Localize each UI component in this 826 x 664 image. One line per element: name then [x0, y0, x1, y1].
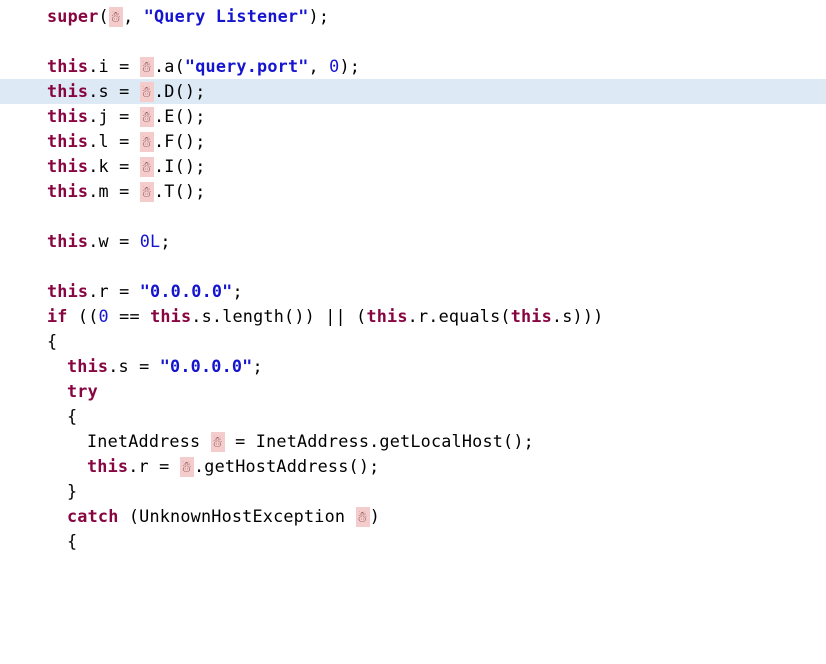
code-line[interactable]: try [0, 379, 826, 404]
code-text: .j = [88, 106, 140, 126]
code-text: .s))) [552, 306, 604, 326]
code-text: .i = [88, 56, 140, 76]
code-text: .getHostAddress(); [194, 456, 379, 476]
keyword: this [47, 81, 88, 101]
obfuscated-identifier: ☃ [140, 107, 154, 127]
keyword: this [47, 56, 88, 76]
obfuscated-identifier: ☃ [211, 432, 225, 452]
code-text: , [309, 56, 330, 76]
string-literal: "0.0.0.0" [140, 281, 233, 301]
code-text: .r.equals( [408, 306, 511, 326]
code-text: { [67, 531, 77, 551]
keyword: this [47, 131, 88, 151]
code-text: .T(); [154, 181, 206, 201]
keyword: this [87, 456, 128, 476]
keyword: this [511, 306, 552, 326]
code-text: (UnknownHostException [119, 506, 356, 526]
code-line[interactable]: this.m = ☃.T(); [0, 179, 826, 204]
code-line[interactable]: this.j = ☃.E(); [0, 104, 826, 129]
obfuscated-identifier: ☃ [109, 7, 123, 27]
code-line[interactable]: { [0, 529, 826, 554]
code-text [47, 256, 57, 276]
keyword: this [47, 181, 88, 201]
obfuscated-identifier: ☃ [140, 82, 154, 102]
code-text [47, 206, 57, 226]
code-text: .r = [128, 456, 180, 476]
code-text: .l = [88, 131, 140, 151]
code-text: .D(); [154, 81, 206, 101]
code-line[interactable]: InetAddress ☃ = InetAddress.getLocalHost… [0, 429, 826, 454]
code-text: .s = [108, 356, 160, 376]
keyword: this [150, 306, 191, 326]
code-text [47, 31, 57, 51]
code-line[interactable]: super(☃, "Query Listener"); [0, 4, 826, 29]
code-line[interactable]: { [0, 404, 826, 429]
code-text: ; [160, 231, 170, 251]
code-text: .I(); [154, 156, 206, 176]
code-line[interactable]: this.r = ☃.getHostAddress(); [0, 454, 826, 479]
string-literal: "Query Listener" [144, 6, 309, 26]
string-literal: "0.0.0.0" [160, 356, 253, 376]
keyword: if [47, 306, 68, 326]
obfuscated-identifier: ☃ [140, 132, 154, 152]
keyword: super [47, 6, 99, 26]
code-text: ; [252, 356, 262, 376]
code-line[interactable]: { [0, 329, 826, 354]
number-literal: 0 [329, 56, 339, 76]
code-text: = InetAddress.getLocalHost(); [225, 431, 534, 451]
obfuscated-identifier: ☃ [356, 507, 370, 527]
code-line[interactable]: this.s = "0.0.0.0"; [0, 354, 826, 379]
keyword: this [366, 306, 407, 326]
code-line[interactable]: catch (UnknownHostException ☃) [0, 504, 826, 529]
code-text: ; [232, 281, 242, 301]
code-text: .k = [88, 156, 140, 176]
keyword: this [47, 281, 88, 301]
code-text: { [47, 331, 57, 351]
code-text: } [67, 481, 77, 501]
code-line[interactable] [0, 254, 826, 279]
number-literal: 0L [140, 231, 161, 251]
code-text: .E(); [154, 106, 206, 126]
code-text: ); [309, 6, 330, 26]
code-text: .F(); [154, 131, 206, 151]
code-line[interactable]: if ((0 == this.s.length()) || (this.r.eq… [0, 304, 826, 329]
obfuscated-identifier: ☃ [140, 157, 154, 177]
keyword: this [47, 106, 88, 126]
code-line[interactable]: this.w = 0L; [0, 229, 826, 254]
code-text: ( [99, 6, 109, 26]
code-text: .w = [88, 231, 140, 251]
code-text: ); [339, 56, 360, 76]
code-text: .s = [88, 81, 140, 101]
code-line[interactable]: this.i = ☃.a("query.port", 0); [0, 54, 826, 79]
code-text: { [67, 406, 77, 426]
obfuscated-identifier: ☃ [140, 182, 154, 202]
keyword: try [67, 381, 98, 401]
code-text: , [123, 6, 144, 26]
code-line[interactable]: this.k = ☃.I(); [0, 154, 826, 179]
keyword: this [47, 156, 88, 176]
code-line[interactable]: this.s = ☃.D(); [0, 79, 826, 104]
code-text: InetAddress [87, 431, 211, 451]
obfuscated-identifier: ☃ [140, 57, 154, 77]
code-line[interactable] [0, 204, 826, 229]
code-text: .s.length()) || ( [191, 306, 366, 326]
code-text: .a( [154, 56, 185, 76]
keyword: catch [67, 506, 119, 526]
code-text: ) [370, 506, 380, 526]
keyword: this [67, 356, 108, 376]
keyword: this [47, 231, 88, 251]
code-line[interactable]: } [0, 479, 826, 504]
code-text: .r = [88, 281, 140, 301]
code-line[interactable]: this.l = ☃.F(); [0, 129, 826, 154]
code-text: .m = [88, 181, 140, 201]
code-line[interactable]: this.r = "0.0.0.0"; [0, 279, 826, 304]
code-editor[interactable]: super(☃, "Query Listener"); this.i = ☃.a… [0, 0, 826, 558]
number-literal: 0 [99, 306, 109, 326]
string-literal: "query.port" [185, 56, 309, 76]
code-text: (( [68, 306, 99, 326]
code-line[interactable] [0, 29, 826, 54]
code-text: == [109, 306, 150, 326]
obfuscated-identifier: ☃ [180, 457, 194, 477]
